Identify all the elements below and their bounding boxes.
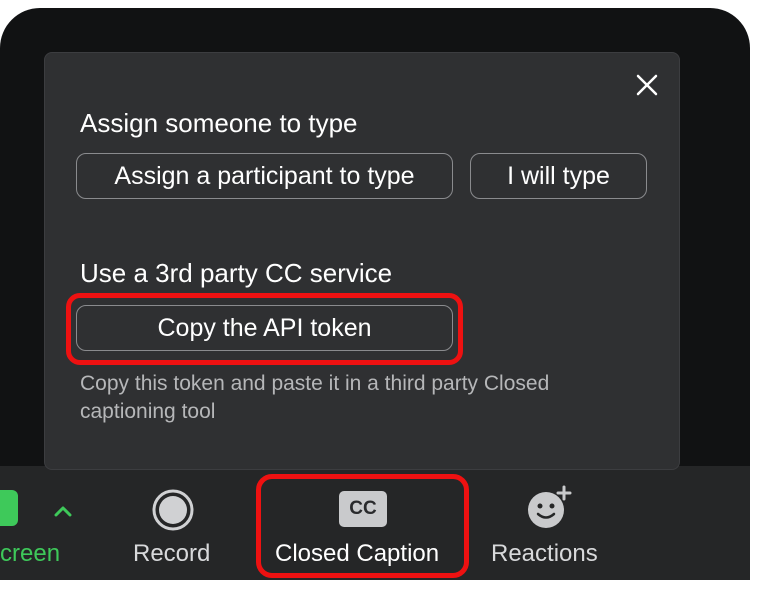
close-icon[interactable] [634, 72, 660, 98]
reactions-icon[interactable] [525, 484, 573, 532]
record-icon[interactable] [151, 488, 195, 532]
chevron-up-icon[interactable] [52, 503, 74, 519]
assign-participant-button[interactable]: Assign a participant to type [76, 153, 453, 199]
i-will-type-button[interactable]: I will type [470, 153, 647, 199]
highlight-copy-token [66, 293, 463, 365]
record-label[interactable]: Record [133, 540, 210, 568]
reactions-label[interactable]: Reactions [491, 540, 598, 568]
copy-token-hint: Copy this token and paste it in a third … [80, 372, 550, 423]
assign-section-title: Assign someone to type [80, 108, 358, 138]
highlight-closed-caption [256, 474, 469, 578]
third-party-section-title: Use a 3rd party CC service [80, 258, 393, 288]
share-screen-label[interactable]: creen [0, 540, 60, 568]
share-screen-icon[interactable] [0, 490, 18, 526]
